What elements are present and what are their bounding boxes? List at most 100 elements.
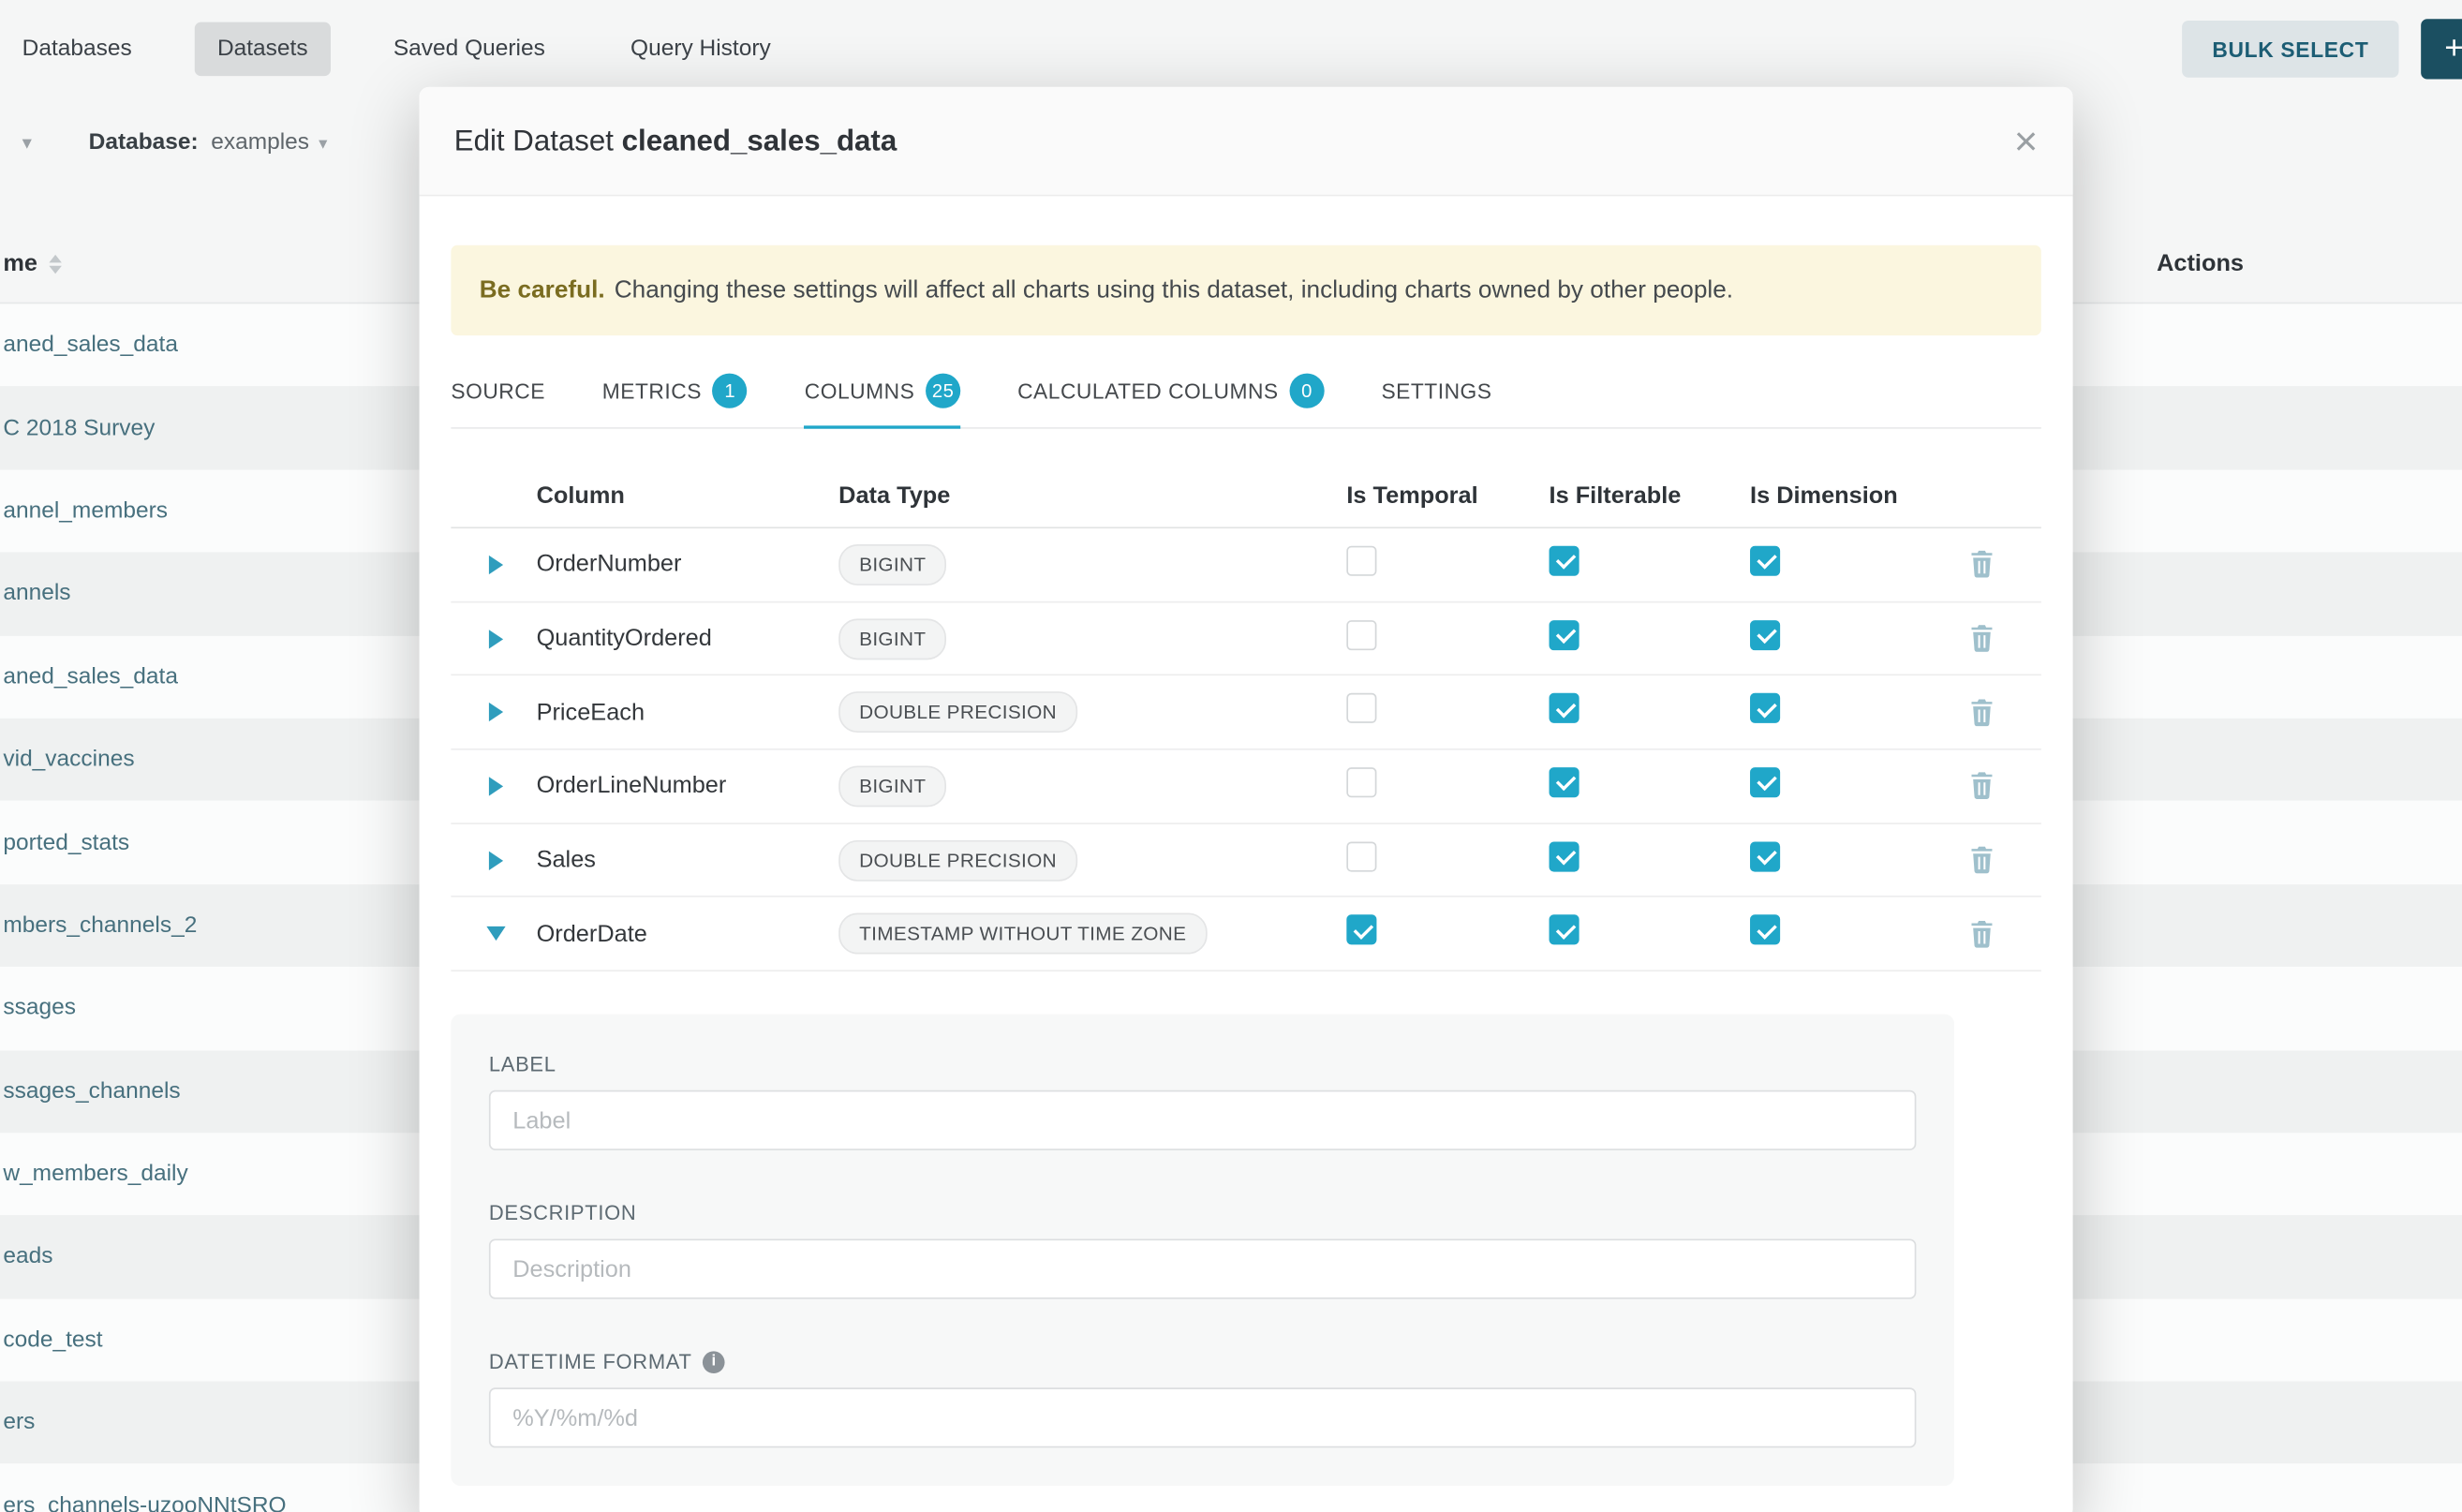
close-icon[interactable]: ×	[2014, 120, 2039, 161]
columns-table-header: Column Data Type Is Temporal Is Filterab…	[451, 464, 2040, 528]
trash-icon[interactable]	[1970, 551, 1994, 578]
nav-tab-datasets[interactable]: Datasets	[195, 22, 330, 76]
column-name: QuantityOrdered	[514, 625, 815, 652]
top-nav: Databases Datasets Saved Queries Query H…	[0, 0, 2462, 98]
column-name: OrderDate	[514, 921, 815, 948]
is-filterable-checkbox[interactable]	[1550, 693, 1580, 723]
database-filter-label: Database:	[89, 129, 199, 155]
is-temporal-checkbox[interactable]	[1346, 767, 1376, 797]
is-dimension-header: Is Dimension	[1725, 482, 1954, 509]
dataset-link[interactable]: code_test	[3, 1327, 102, 1353]
dataset-link[interactable]: ssages_channels	[3, 1078, 180, 1104]
tab-label: SETTINGS	[1381, 379, 1491, 403]
column-name: Sales	[514, 847, 815, 874]
trash-icon[interactable]	[1970, 625, 1994, 652]
dataset-link[interactable]: annels	[3, 581, 70, 606]
expand-caret-icon[interactable]	[489, 556, 503, 574]
column-detail-panel: LABEL DESCRIPTION DATETIME FORMAT i	[451, 1015, 1954, 1486]
nav-tab-saved-queries[interactable]: Saved Queries	[371, 22, 567, 76]
table-row: OrderLineNumber BIGINT	[451, 750, 2040, 824]
is-dimension-checkbox[interactable]	[1750, 693, 1780, 723]
dataset-link[interactable]: aned_sales_data	[3, 664, 178, 689]
nav-tab-query-history[interactable]: Query History	[608, 22, 793, 76]
bulk-select-button[interactable]: BULK SELECT	[2182, 21, 2398, 78]
is-filterable-checkbox[interactable]	[1550, 545, 1580, 575]
expand-caret-icon[interactable]	[489, 703, 503, 721]
trash-icon[interactable]	[1970, 699, 1994, 726]
dataset-link[interactable]: eads	[3, 1244, 52, 1269]
is-filterable-checkbox[interactable]	[1550, 915, 1580, 945]
edit-dataset-modal: Edit Dataset cleaned_sales_data × Be car…	[420, 87, 2073, 1512]
column-name: PriceEach	[514, 699, 815, 726]
dataset-link[interactable]: ssages	[3, 996, 76, 1021]
tab-source[interactable]: SOURCE	[451, 362, 545, 423]
is-temporal-checkbox[interactable]	[1346, 545, 1376, 575]
table-row: OrderNumber BIGINT	[451, 528, 2040, 602]
column-name: OrderLineNumber	[514, 773, 815, 800]
dataset-link[interactable]: C 2018 Survey	[3, 415, 155, 440]
tab-columns[interactable]: COLUMNS 25	[805, 356, 961, 429]
is-dimension-checkbox[interactable]	[1750, 841, 1780, 871]
is-filterable-checkbox[interactable]	[1550, 767, 1580, 797]
trash-icon[interactable]	[1970, 773, 1994, 800]
modal-tabs: SOURCE METRICS 1 COLUMNS 25 CALCULATED C…	[451, 356, 2040, 429]
warning-banner: Be careful. Changing these settings will…	[451, 245, 2040, 335]
dataset-link[interactable]: aned_sales_data	[3, 333, 178, 358]
data-type-header: Data Type	[815, 482, 1321, 509]
dataset-link[interactable]: ers	[3, 1410, 35, 1435]
is-temporal-checkbox[interactable]	[1346, 915, 1376, 945]
sort-icon[interactable]	[49, 254, 62, 273]
is-temporal-checkbox[interactable]	[1346, 841, 1376, 871]
data-type-pill: BIGINT	[838, 765, 946, 807]
dataset-link[interactable]: mbers_channels_2	[3, 912, 197, 938]
datetime-format-field-group: DATETIME FORMAT i	[489, 1350, 1916, 1448]
add-dataset-button[interactable]: +	[2421, 19, 2462, 79]
modal-title: Edit Dataset cleaned_sales_data	[454, 124, 897, 158]
data-type-pill: BIGINT	[838, 618, 946, 660]
is-dimension-checkbox[interactable]	[1750, 915, 1780, 945]
expand-caret-icon[interactable]	[489, 851, 503, 869]
column-header: Column	[514, 482, 815, 509]
table-row: QuantityOrdered BIGINT	[451, 602, 2040, 676]
trash-icon[interactable]	[1970, 847, 1994, 874]
modal-title-dataset-name: cleaned_sales_data	[622, 124, 897, 156]
dataset-link[interactable]: w_members_daily	[3, 1162, 187, 1187]
is-dimension-checkbox[interactable]	[1750, 545, 1780, 575]
trash-icon[interactable]	[1970, 921, 1994, 948]
dataset-link[interactable]: ers_channels-uzooNNtSRO	[3, 1493, 286, 1512]
is-filterable-checkbox[interactable]	[1550, 841, 1580, 871]
nav-tab-databases[interactable]: Databases	[0, 22, 154, 76]
datetime-format-input[interactable]	[489, 1387, 1916, 1447]
is-dimension-checkbox[interactable]	[1750, 619, 1780, 649]
tab-label: COLUMNS	[805, 379, 915, 403]
database-filter-value[interactable]: examples	[211, 129, 309, 155]
actions-column-header: Actions	[2157, 250, 2244, 277]
expand-caret-icon[interactable]	[489, 629, 503, 647]
collapse-caret-icon[interactable]	[486, 926, 505, 941]
is-temporal-checkbox[interactable]	[1346, 619, 1376, 649]
chevron-down-icon[interactable]: ▾	[319, 132, 327, 153]
is-temporal-checkbox[interactable]	[1346, 693, 1376, 723]
description-input[interactable]	[489, 1239, 1916, 1299]
name-column-header[interactable]: me	[0, 250, 61, 277]
data-type-pill: TIMESTAMP WITHOUT TIME ZONE	[838, 913, 1207, 955]
tab-count-badge: 0	[1289, 374, 1324, 408]
data-type-pill: DOUBLE PRECISION	[838, 691, 1077, 733]
is-temporal-header: Is Temporal	[1321, 482, 1523, 509]
data-type-pill: DOUBLE PRECISION	[838, 839, 1077, 881]
is-filterable-checkbox[interactable]	[1550, 619, 1580, 649]
dataset-link[interactable]: ported_stats	[3, 830, 129, 855]
label-field-group: LABEL	[489, 1052, 1916, 1150]
warning-bold-text: Be careful.	[480, 276, 605, 304]
tab-settings[interactable]: SETTINGS	[1381, 362, 1491, 423]
expand-caret-icon[interactable]	[489, 777, 503, 795]
tab-metrics[interactable]: METRICS 1	[602, 356, 748, 429]
dataset-link[interactable]: annel_members	[3, 498, 168, 524]
tab-calculated-columns[interactable]: CALCULATED COLUMNS 0	[1017, 356, 1325, 429]
label-input[interactable]	[489, 1090, 1916, 1150]
dataset-link[interactable]: vid_vaccines	[3, 747, 134, 772]
tab-label: CALCULATED COLUMNS	[1017, 379, 1279, 403]
warning-text: Changing these settings will affect all …	[615, 276, 1733, 304]
is-dimension-checkbox[interactable]	[1750, 767, 1780, 797]
chevron-down-icon[interactable]: ▾	[22, 131, 32, 154]
